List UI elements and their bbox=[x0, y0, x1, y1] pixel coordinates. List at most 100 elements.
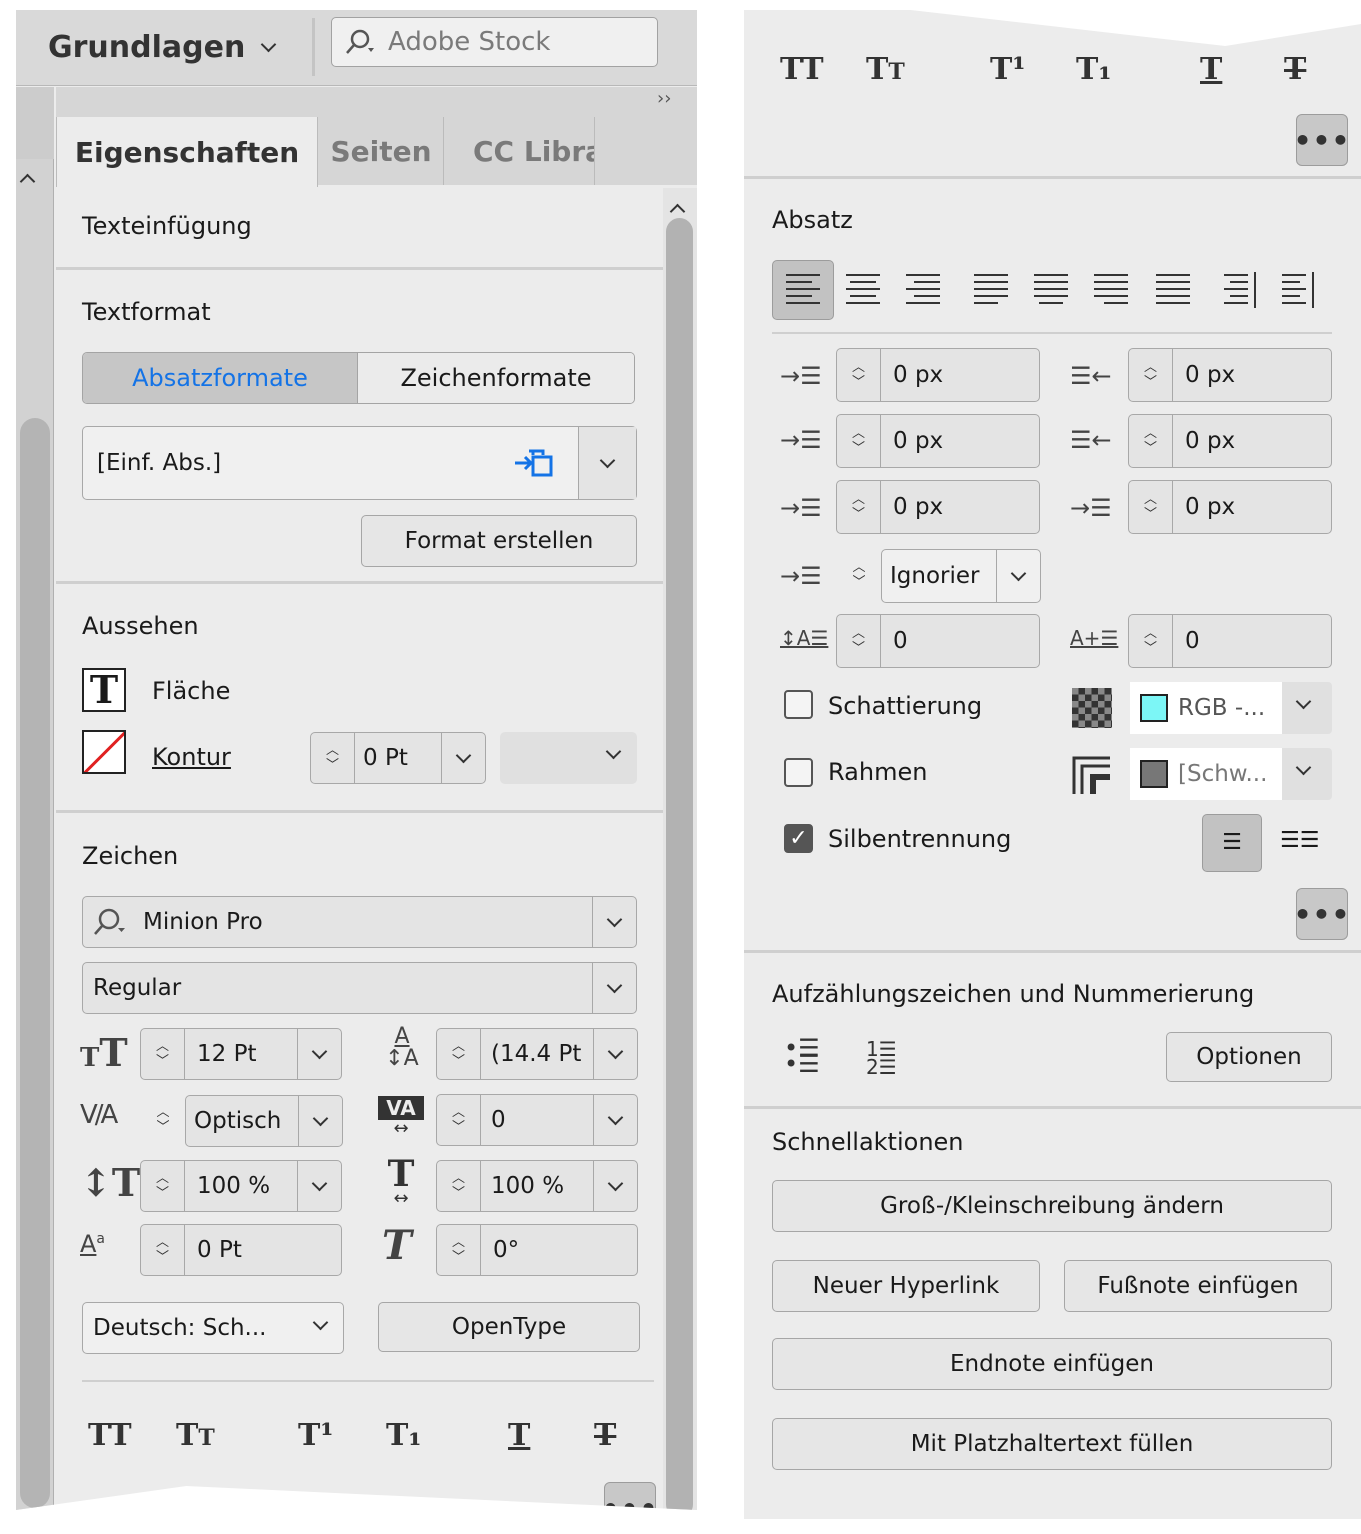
horizontal-scale-dropdown[interactable] bbox=[593, 1161, 637, 1211]
stepper[interactable]: ︿ ﹀ bbox=[141, 1095, 185, 1145]
kerning-select[interactable]: Optisch bbox=[185, 1095, 343, 1147]
numbered-list-icon[interactable]: 1☰ 2☰ bbox=[866, 1039, 897, 1077]
composer-paragraph-icon[interactable]: ☰☰ bbox=[1280, 828, 1319, 853]
skew-field[interactable]: ︿ ﹀ 0° bbox=[436, 1224, 638, 1276]
border-color-select[interactable]: [Schw... bbox=[1130, 748, 1332, 800]
strikethrough-button[interactable]: T bbox=[594, 1418, 616, 1453]
stepper[interactable]: ︿ ﹀ bbox=[141, 1029, 185, 1079]
stepper[interactable]: ︿ ﹀ bbox=[437, 1095, 481, 1145]
superscript-button[interactable]: T¹ bbox=[990, 52, 1025, 87]
justify-all-icon[interactable] bbox=[1156, 272, 1190, 308]
style-dropdown[interactable] bbox=[578, 427, 636, 499]
stroke-label[interactable]: Kontur bbox=[152, 743, 231, 771]
section-text-insertion[interactable]: Texteinfügung bbox=[82, 212, 252, 240]
stock-search[interactable]: Adobe Stock bbox=[331, 17, 658, 67]
create-format-button[interactable]: Format erstellen bbox=[361, 515, 637, 567]
font-family-select[interactable]: Minion Pro bbox=[82, 896, 637, 948]
last-line-indent-field[interactable]: ︿ ﹀ 0 px bbox=[1128, 414, 1332, 468]
baseline-shift-field[interactable]: ︿ ﹀ 0 Pt bbox=[140, 1224, 342, 1276]
align-right-icon[interactable] bbox=[906, 272, 940, 308]
fill-swatch-icon[interactable]: T bbox=[82, 668, 126, 712]
kerning-dropdown[interactable] bbox=[298, 1096, 342, 1146]
collapse-panel-icon[interactable]: ›› bbox=[657, 88, 671, 109]
workspace-switcher[interactable]: Grundlagen bbox=[48, 22, 277, 72]
font-size-field[interactable]: ︿ ﹀ 12 Pt bbox=[140, 1028, 342, 1080]
font-family-dropdown[interactable] bbox=[592, 897, 636, 947]
strikethrough-button[interactable]: T bbox=[1284, 52, 1306, 87]
align-away-spine-icon[interactable] bbox=[1282, 272, 1316, 308]
bullet-options-button[interactable]: Optionen bbox=[1166, 1032, 1332, 1082]
scroll-up-icon[interactable] bbox=[19, 170, 36, 191]
stepper[interactable]: ︿ ﹀ bbox=[837, 549, 881, 601]
underline-button[interactable]: T bbox=[508, 1418, 530, 1453]
leading-field[interactable]: ︿ ﹀ (14.4 Pt bbox=[436, 1028, 638, 1080]
shading-color-select[interactable]: RGB -... bbox=[1130, 682, 1332, 734]
shading-checkbox[interactable] bbox=[784, 690, 813, 719]
stepper[interactable]: ︿ ﹀ bbox=[141, 1161, 185, 1211]
right-indent-field[interactable]: ︿ ﹀ 0 px bbox=[1128, 348, 1332, 402]
more-options-button[interactable]: ••• bbox=[1294, 114, 1349, 166]
font-style-select[interactable]: Regular bbox=[82, 962, 637, 1014]
apply-style-icon[interactable] bbox=[513, 447, 557, 481]
tab-seiten[interactable]: Seiten bbox=[319, 117, 444, 185]
composer-single-button[interactable]: ☰ bbox=[1202, 814, 1262, 872]
leading-dropdown[interactable] bbox=[593, 1029, 637, 1079]
all-caps-button[interactable]: TT bbox=[780, 52, 824, 87]
more-options-button[interactable]: ••• bbox=[602, 1482, 657, 1510]
tab-eigenschaften[interactable]: Eigenschaften bbox=[56, 117, 318, 187]
stroke-weight-dropdown[interactable] bbox=[441, 733, 485, 783]
justify-center-icon[interactable] bbox=[1034, 272, 1068, 308]
horizontal-scale-field[interactable]: ︿ ﹀ 100 % bbox=[436, 1160, 638, 1212]
insert-endnote-button[interactable]: Endnote einfügen bbox=[772, 1338, 1332, 1390]
language-select[interactable]: Deutsch: Sch... bbox=[82, 1302, 344, 1354]
paragraph-formats-button[interactable]: Absatzformate bbox=[83, 353, 358, 403]
scrollbar-thumb[interactable] bbox=[666, 218, 693, 1510]
opentype-button[interactable]: OpenType bbox=[378, 1302, 640, 1352]
stroke-swatch-icon[interactable] bbox=[82, 730, 126, 774]
change-case-button[interactable]: Groß-/Kleinschreibung ändern bbox=[772, 1180, 1332, 1232]
bullet-list-icon[interactable]: •☰ •☰ bbox=[784, 1036, 820, 1076]
drop-cap-chars-field[interactable]: ︿ ﹀ 0 bbox=[1128, 614, 1332, 668]
hyphenation-checkbox[interactable]: ✓ bbox=[784, 824, 813, 853]
grid-align-dropdown[interactable] bbox=[996, 550, 1040, 602]
fill-placeholder-button[interactable]: Mit Platzhaltertext füllen bbox=[772, 1418, 1332, 1470]
underline-button[interactable]: T bbox=[1200, 52, 1222, 87]
drop-cap-lines-field[interactable]: ︿ ﹀ 0 bbox=[836, 614, 1040, 668]
border-checkbox[interactable] bbox=[784, 758, 813, 787]
space-after-field[interactable]: ︿ ﹀ 0 px bbox=[1128, 480, 1332, 534]
font-style-dropdown[interactable] bbox=[592, 963, 636, 1013]
stroke-weight-field[interactable]: ︿ ﹀ 0 Pt bbox=[310, 732, 486, 784]
stepper[interactable]: ︿ ﹀ bbox=[311, 733, 355, 783]
stepper[interactable]: ︿ ﹀ bbox=[437, 1161, 481, 1211]
grid-align-field[interactable]: ︿ ﹀ Ignorier bbox=[836, 548, 1041, 603]
space-before-field[interactable]: ︿ ﹀ 0 px bbox=[836, 480, 1040, 534]
tab-cc-libraries[interactable]: CC Libra bbox=[445, 117, 595, 185]
justify-right-icon[interactable] bbox=[1094, 272, 1128, 308]
superscript-button[interactable]: T¹ bbox=[298, 1418, 333, 1453]
character-formats-button[interactable]: Zeichenformate bbox=[358, 353, 634, 403]
vertical-scale-field[interactable]: ︿ ﹀ 100 % bbox=[140, 1160, 342, 1212]
align-center-icon[interactable] bbox=[846, 272, 880, 308]
stepper[interactable]: ︿ ﹀ bbox=[1129, 415, 1173, 467]
align-to-spine-icon[interactable] bbox=[1224, 272, 1258, 308]
new-hyperlink-button[interactable]: Neuer Hyperlink bbox=[772, 1260, 1040, 1312]
stepper[interactable]: ︿ ﹀ bbox=[437, 1225, 481, 1275]
stepper[interactable]: ︿ ﹀ bbox=[141, 1225, 185, 1275]
tracking-field[interactable]: ︿ ﹀ 0 bbox=[436, 1094, 638, 1146]
all-caps-button[interactable]: TT bbox=[88, 1418, 132, 1453]
small-caps-button[interactable]: TT bbox=[176, 1418, 215, 1453]
stepper[interactable]: ︿ ﹀ bbox=[437, 1029, 481, 1079]
subscript-button[interactable]: T₁ bbox=[1076, 52, 1111, 87]
tool-scrollbar-thumb[interactable] bbox=[20, 418, 50, 1508]
stepper[interactable]: ︿ ﹀ bbox=[837, 415, 881, 467]
more-options-button[interactable]: ••• bbox=[1294, 888, 1349, 940]
stepper[interactable]: ︿ ﹀ bbox=[1129, 615, 1173, 667]
first-line-indent-field[interactable]: ︿ ﹀ 0 px bbox=[836, 414, 1040, 468]
font-size-dropdown[interactable] bbox=[297, 1029, 341, 1079]
small-caps-button[interactable]: TT bbox=[866, 52, 905, 87]
grid-align-select[interactable]: Ignorier bbox=[881, 549, 1041, 603]
stepper[interactable]: ︿ ﹀ bbox=[1129, 481, 1173, 533]
stepper[interactable]: ︿ ﹀ bbox=[837, 615, 881, 667]
stepper[interactable]: ︿ ﹀ bbox=[1129, 349, 1173, 401]
vertical-scale-dropdown[interactable] bbox=[297, 1161, 341, 1211]
